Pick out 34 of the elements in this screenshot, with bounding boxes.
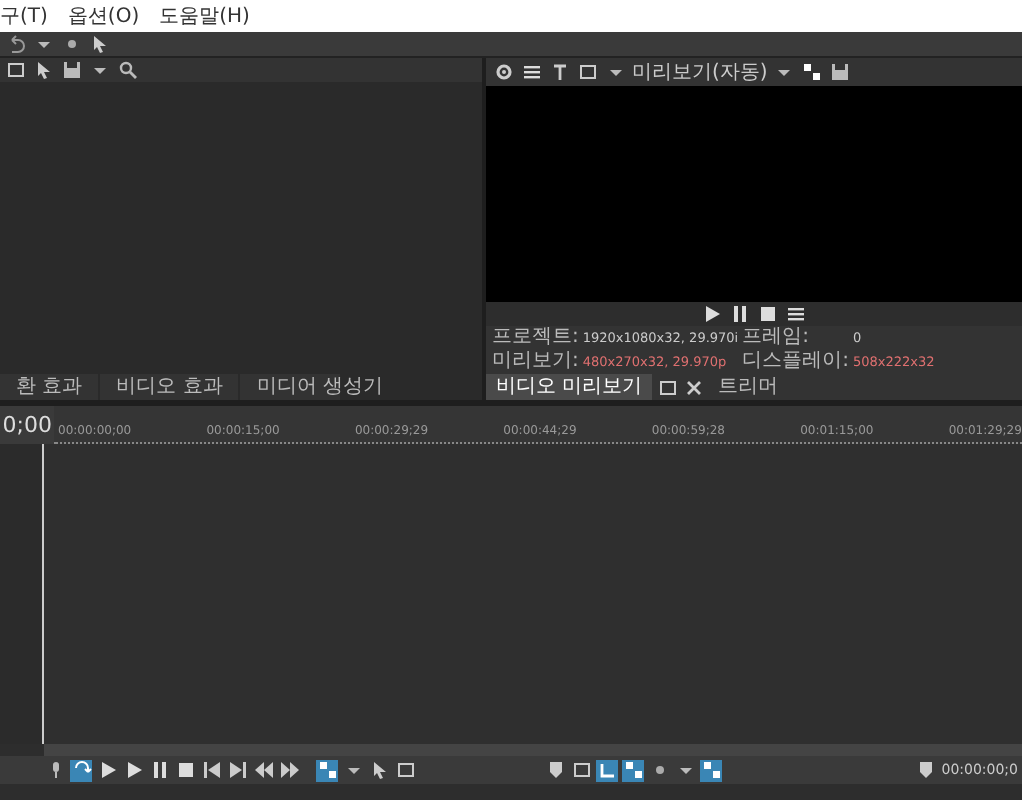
menu-item[interactable]: 옵션(O) <box>67 2 140 30</box>
stop-icon[interactable] <box>174 759 196 781</box>
save-icon[interactable] <box>60 59 82 81</box>
menu-item[interactable]: 도움말(H) <box>159 2 250 30</box>
time-display: 0;00 <box>0 406 54 444</box>
window-icon[interactable] <box>576 61 598 83</box>
pause-icon[interactable] <box>729 303 751 325</box>
cursor-icon[interactable] <box>88 33 110 55</box>
panel-tab[interactable]: 비디오 미리보기 <box>486 374 653 400</box>
scroll-bar[interactable] <box>44 744 1022 756</box>
info-label: 미리보기: <box>492 350 579 374</box>
menu-icon[interactable] <box>785 303 807 325</box>
go-to-start-icon[interactable] <box>200 759 222 781</box>
text-icon[interactable] <box>548 61 570 83</box>
info-label: 프레임: <box>742 326 811 350</box>
grid-icon[interactable] <box>801 61 824 83</box>
pause-icon[interactable] <box>148 759 170 781</box>
menu-item[interactable]: 구(T) <box>0 2 48 30</box>
search-icon[interactable] <box>116 59 138 81</box>
cursor-icon[interactable] <box>32 59 54 81</box>
info-label: 프로젝트: <box>492 326 579 350</box>
window-icon[interactable] <box>4 59 26 81</box>
settings-icon[interactable] <box>492 61 514 83</box>
panel-tab[interactable]: 트리머 <box>708 374 789 400</box>
loop-icon[interactable] <box>70 759 92 781</box>
go-to-end-icon[interactable] <box>226 759 248 781</box>
snap-icon[interactable] <box>596 759 618 781</box>
close-icon[interactable] <box>682 376 705 398</box>
list-icon[interactable] <box>520 61 542 83</box>
cursor-icon[interactable] <box>368 759 390 781</box>
save-icon[interactable] <box>829 61 852 83</box>
stop-icon[interactable] <box>757 303 779 325</box>
float-icon[interactable] <box>656 376 679 398</box>
info-label: 디스플레이: <box>742 350 849 374</box>
